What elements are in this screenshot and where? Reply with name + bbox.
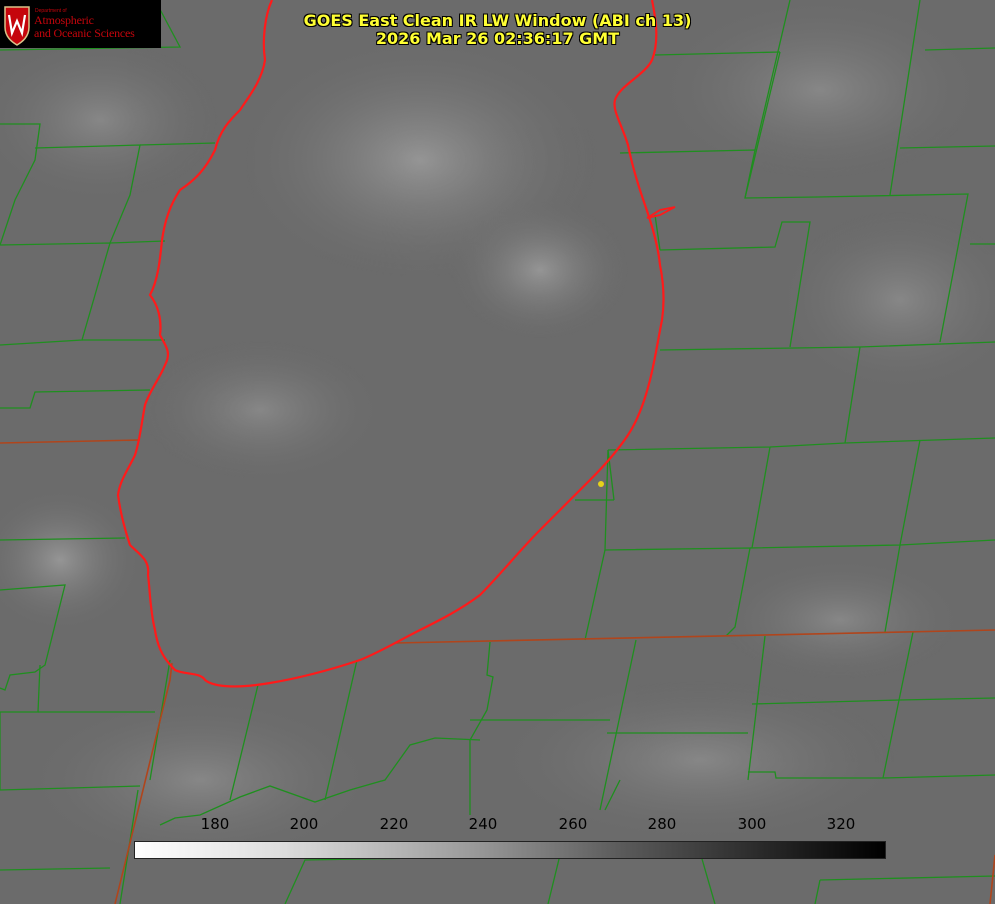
colorbar-tick: 240 (468, 815, 498, 833)
image-title: GOES East Clean IR LW Window (ABI ch 13) (303, 11, 692, 30)
colorbar-tick: 200 (289, 815, 319, 833)
colorbar-tick: 180 (200, 815, 230, 833)
location-marker (598, 481, 604, 487)
colorbar-tick: 280 (647, 815, 677, 833)
colorbar-tick: 320 (826, 815, 856, 833)
colorbar-tick-labels: 180 200 220 240 260 280 300 320 (0, 815, 995, 835)
image-timestamp: 2026 Mar 26 02:36:17 GMT (375, 29, 620, 48)
colorbar-tick: 300 (737, 815, 767, 833)
satellite-map (0, 0, 995, 904)
colorbar-tick: 260 (558, 815, 588, 833)
temperature-colorbar (134, 841, 886, 859)
colorbar-tick: 220 (379, 815, 409, 833)
